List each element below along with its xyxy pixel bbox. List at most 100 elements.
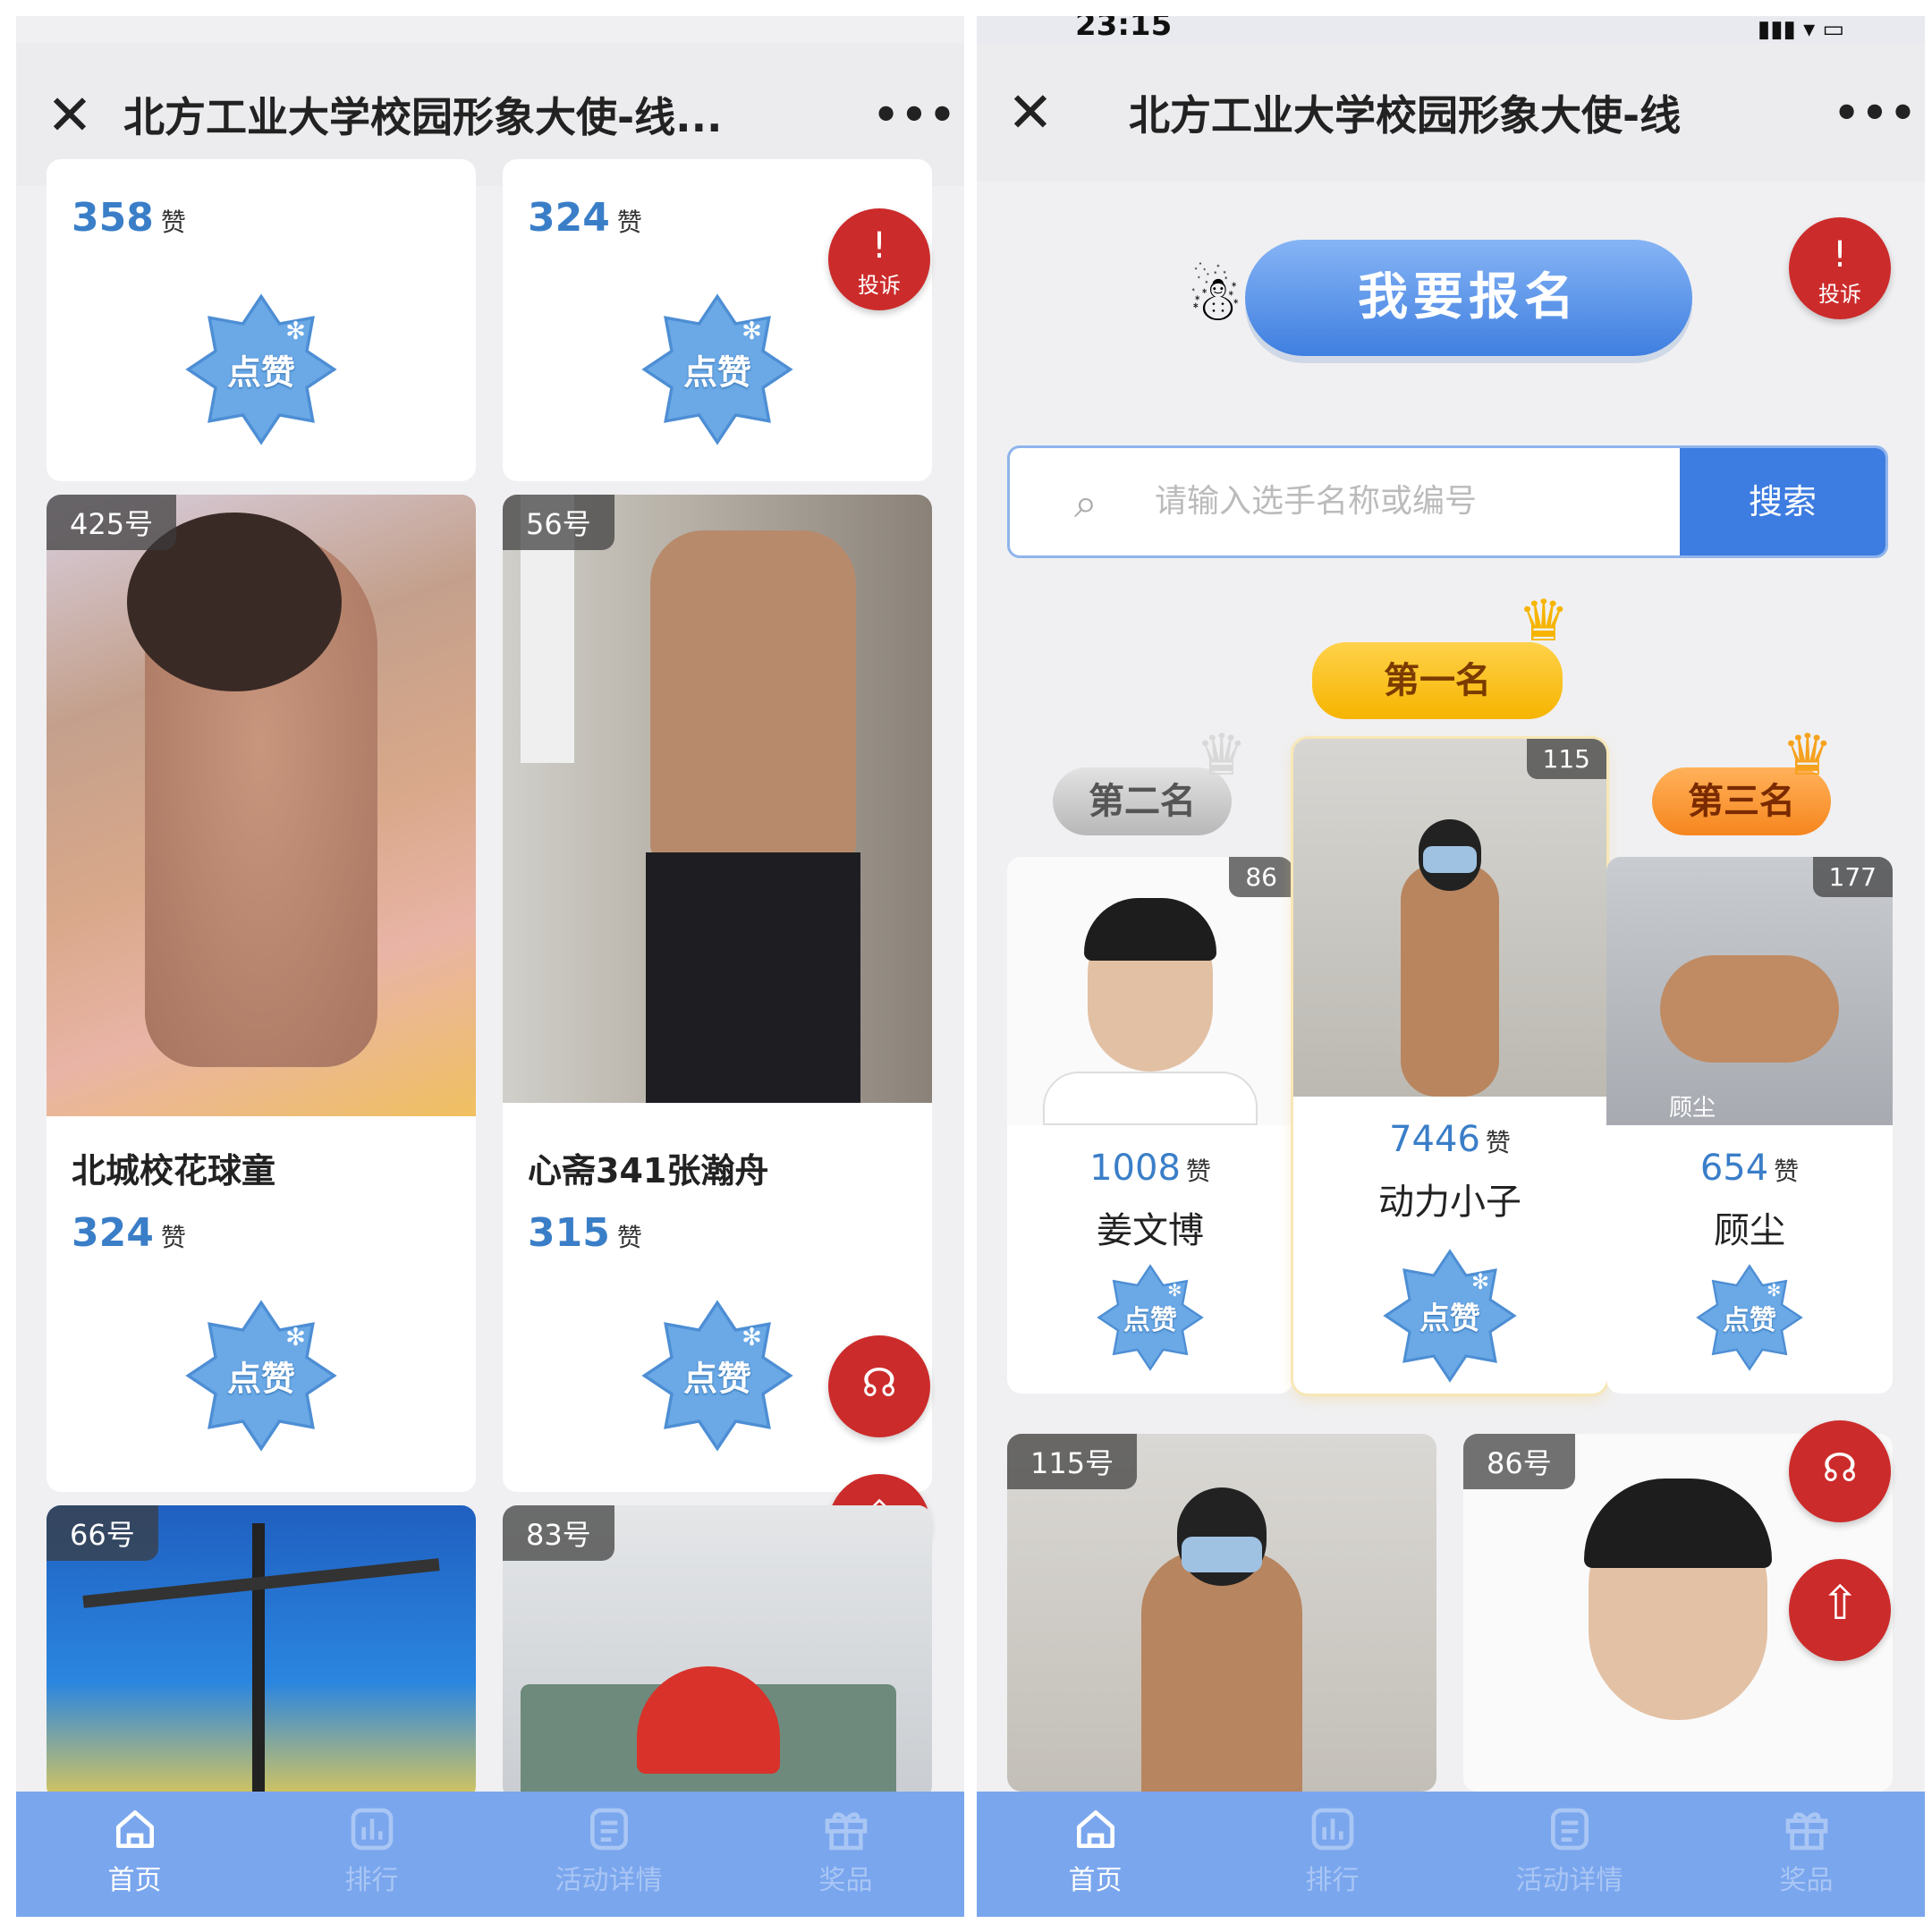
gift-icon (1782, 1804, 1832, 1854)
search-input[interactable]: 请输入选手名称或编号 (1155, 448, 1477, 555)
document-icon (1545, 1804, 1595, 1854)
podium-third[interactable]: 顾尘 177 654 赞 顾尘 点赞 (1606, 857, 1893, 1394)
silver-crown-icon: ♛ (1196, 723, 1248, 789)
photo-caption: 顾尘 (1669, 1095, 1716, 1122)
page-title: 北方工业大学校园形象大使-线 (1129, 90, 1682, 140)
close-button[interactable]: ✕ (977, 80, 1084, 145)
arrow-up-icon: ⇧ (1820, 1577, 1860, 1631)
photo-hair (1084, 898, 1216, 961)
contestant-number: 86 (1229, 857, 1293, 897)
contestant-card[interactable]: 83号 (503, 1505, 932, 1801)
contestant-name: 姜文博 (1097, 1210, 1204, 1251)
search-button[interactable]: 搜索 (1680, 448, 1885, 555)
photo-shape (252, 1523, 265, 1792)
gold-crown-icon: ♛ (1518, 589, 1570, 655)
more-button[interactable]: ••• (866, 90, 964, 139)
contestant-number: 115号 (1007, 1434, 1138, 1489)
customer-service-button[interactable]: ☊ (1789, 1420, 1891, 1522)
chart-icon (1308, 1804, 1358, 1854)
contestant-name: 北城校花球童 (72, 1151, 276, 1191)
search-icon: ⌕ (1074, 479, 1097, 527)
like-count: 1008 赞 (1089, 1148, 1211, 1189)
top-nav-bar: ✕ 北方工业大学校园形象大使-线 ••• (977, 43, 1925, 182)
contestant-number: 66号 (47, 1505, 158, 1561)
like-button[interactable]: 点赞 (641, 1300, 793, 1452)
contestant-photo: 顾尘 (1606, 857, 1893, 1125)
tab-home[interactable]: 首页 (16, 1792, 253, 1917)
photo-shirt (1043, 1072, 1258, 1125)
like-button[interactable]: 点赞 (1383, 1249, 1517, 1383)
contestant-photo (1293, 739, 1606, 1097)
photo-hair (1584, 1479, 1772, 1568)
podium-first[interactable]: 115 7446 赞 动力小子 点赞 (1293, 739, 1606, 1394)
like-count: 654 赞 (1699, 1148, 1800, 1189)
page-title: 北方工业大学校园形象大使-线... (123, 93, 723, 141)
complaint-button[interactable]: ! 投诉 (828, 208, 930, 310)
contestant-card[interactable]: 358 赞 点赞 (47, 159, 476, 481)
photo-figure (1141, 1550, 1302, 1792)
like-count: 324 赞 (72, 1210, 186, 1256)
photo-figure (1660, 955, 1839, 1063)
search-bar: ⌕ 请输入选手名称或编号 搜索 (1007, 445, 1888, 558)
contestant-number: 425号 (47, 495, 177, 550)
headset-icon: ☊ (1822, 1445, 1858, 1491)
contestant-number: 86号 (1463, 1434, 1575, 1489)
contestant-number: 83号 (503, 1505, 614, 1561)
bronze-crown-icon: ♛ (1782, 723, 1834, 789)
podium-second[interactable]: 86 1008 赞 姜文博 点赞 (1007, 857, 1293, 1394)
tab-ranking[interactable]: 排行 (1214, 1792, 1451, 1917)
tab-prizes[interactable]: 奖品 (727, 1792, 964, 1917)
like-button[interactable]: 点赞 (641, 293, 793, 445)
back-to-top-button[interactable]: ⇧ (1789, 1559, 1891, 1661)
photo-mask (1423, 846, 1477, 873)
tab-activity-details[interactable]: 活动详情 (1451, 1792, 1688, 1917)
like-button[interactable]: 点赞 (1696, 1264, 1803, 1371)
alert-icon: ! (1832, 234, 1848, 275)
like-button[interactable]: 点赞 (185, 293, 337, 445)
home-icon (1071, 1804, 1121, 1854)
signup-button[interactable]: 我要报名 (1245, 240, 1692, 356)
clock: 23:15 (1075, 16, 1173, 43)
more-button[interactable]: ••• (1826, 89, 1925, 137)
contestant-card[interactable]: 115号 (1007, 1434, 1436, 1792)
contestant-name: 心斋341张瀚舟 (528, 1151, 769, 1191)
contestant-card[interactable]: 66号 (47, 1505, 476, 1801)
photo-figure (1401, 864, 1499, 1097)
tab-home[interactable]: 首页 (977, 1792, 1214, 1917)
tab-ranking[interactable]: 排行 (253, 1792, 490, 1917)
contestant-name: 顾尘 (1714, 1210, 1785, 1251)
close-button[interactable]: ✕ (16, 82, 123, 148)
customer-service-button[interactable]: ☊ (828, 1335, 930, 1437)
right-screenshot: 23:15 ▮▮▮ ▾ ▭ ✕ 北方工业大学校园形象大使-线 ••• ☃ 我要报… (977, 16, 1925, 1917)
contestant-photo (47, 495, 476, 1116)
contestant-card[interactable]: 324 赞 点赞 (503, 159, 932, 481)
tab-prizes[interactable]: 奖品 (1688, 1792, 1925, 1917)
contestant-photo (503, 495, 932, 1103)
like-count: 324 赞 (528, 195, 642, 241)
status-bar: 23:15 ▮▮▮ ▾ ▭ (977, 16, 1925, 43)
signal-icons: ▮▮▮ ▾ ▭ (1757, 16, 1844, 43)
contestant-number: 115 (1526, 739, 1606, 779)
photo-mask (1182, 1537, 1262, 1572)
chart-icon (347, 1804, 397, 1854)
photo-figure (650, 530, 856, 870)
photo-helmet (637, 1666, 780, 1774)
contestant-name: 动力小子 (1378, 1182, 1521, 1223)
bottom-tab-bar: 首页 排行 活动详情 奖品 (16, 1792, 964, 1917)
left-screenshot: ✕ 北方工业大学校园形象大使-线... ••• 358 赞 点赞 324 赞 点赞 … (16, 16, 964, 1917)
like-button[interactable]: 点赞 (185, 1300, 337, 1452)
snowman-icon: ☃ (1187, 262, 1243, 335)
photo-pants (646, 852, 860, 1103)
headset-icon: ☊ (861, 1360, 897, 1406)
contestant-photo (1007, 857, 1293, 1125)
like-button[interactable]: 点赞 (1097, 1264, 1204, 1371)
contestant-card[interactable]: 425号 北城校花球童 324 赞 点赞 (47, 495, 476, 1492)
home-icon (110, 1804, 160, 1854)
complaint-button[interactable]: ! 投诉 (1789, 217, 1891, 319)
tab-activity-details[interactable]: 活动详情 (490, 1792, 727, 1917)
document-icon (584, 1804, 634, 1854)
contestant-number: 56号 (503, 495, 614, 550)
like-count: 315 赞 (528, 1210, 642, 1256)
gift-icon (821, 1804, 871, 1854)
like-count: 358 赞 (72, 195, 186, 241)
